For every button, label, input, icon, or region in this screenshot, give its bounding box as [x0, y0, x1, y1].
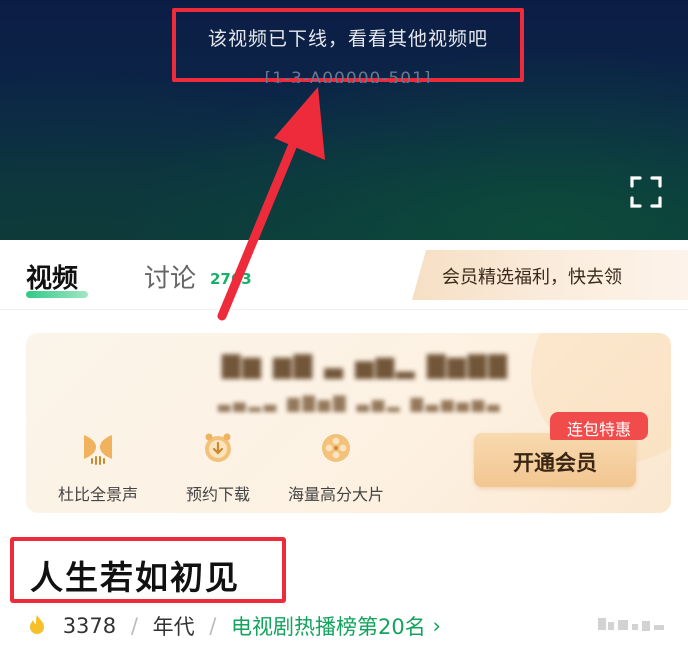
vip-card-subtitle-blurred: ▃▄▂▃ ▆▇▅▇ ▃▅▂ ▆▃▅▄▅▃: [218, 393, 503, 412]
deal-badge: 连包特惠: [550, 412, 648, 440]
meta-separator: /: [130, 614, 138, 638]
heat-icon: [26, 613, 48, 640]
vip-card-title-blurred: ▇▆ ▆▇ ▃ ▅▆▂ ▇▆▇▇: [222, 351, 509, 379]
vip-upsell-card[interactable]: ▇▆ ▆▇ ▃ ▅▆▂ ▇▆▇▇ ▃▄▂▃ ▆▇▅▇ ▃▅▂ ▆▃▅▄▅▃ 杜比…: [26, 333, 671, 513]
feature-label: 海量高分大片: [288, 485, 385, 504]
title-highlight: 人生若如初见: [10, 537, 286, 603]
feature-label: 预约下载: [186, 485, 251, 504]
error-code: [1-3-A00000-501]: [264, 69, 432, 83]
vip-benefits-banner[interactable]: 会员精选福利，快去领: [412, 250, 688, 300]
watermark-blurred: [598, 618, 664, 631]
offline-notice-highlight: 该视频已下线，看看其他视频吧 [1-3-A00000-501]: [172, 8, 524, 83]
discuss-count: 2763: [210, 270, 252, 288]
offline-message: 该视频已下线，看看其他视频吧: [207, 28, 488, 50]
open-membership-label: 开通会员: [513, 451, 597, 475]
dolby-audio-icon: [84, 435, 112, 465]
deal-badge-text: 连包特惠: [566, 420, 631, 439]
film-reel-icon: [322, 434, 350, 462]
tab-video[interactable]: 视频: [26, 258, 78, 295]
ranking-text: 电视剧热播榜第20名: [231, 615, 426, 639]
feature-download[interactable]: 预约下载: [186, 431, 250, 505]
vip-benefits-text: 会员精选福利，快去领: [442, 267, 622, 288]
ranking-link[interactable]: 电视剧热播榜第20名 ›: [231, 611, 441, 641]
fullscreen-icon[interactable]: [628, 174, 664, 210]
feature-dolby[interactable]: 杜比全景声: [58, 431, 138, 505]
show-meta-row: 3378 / 年代 / 电视剧热播榜第20名 ›: [26, 611, 441, 641]
video-player[interactable]: 该视频已下线，看看其他视频吧 [1-3-A00000-501]: [0, 0, 688, 240]
heat-count: 3378: [62, 614, 117, 638]
show-title: 人生若如初见: [30, 558, 240, 597]
meta-separator: /: [209, 614, 217, 638]
open-membership-button[interactable]: 开通会员: [474, 433, 636, 487]
feature-label: 杜比全景声: [58, 485, 139, 504]
download-clock-icon: [205, 433, 231, 462]
feature-films[interactable]: 海量高分大片: [288, 431, 384, 505]
tab-discuss[interactable]: 讨论: [144, 258, 196, 295]
chevron-right-icon: ›: [432, 614, 441, 638]
genre-tag[interactable]: 年代: [153, 611, 195, 641]
